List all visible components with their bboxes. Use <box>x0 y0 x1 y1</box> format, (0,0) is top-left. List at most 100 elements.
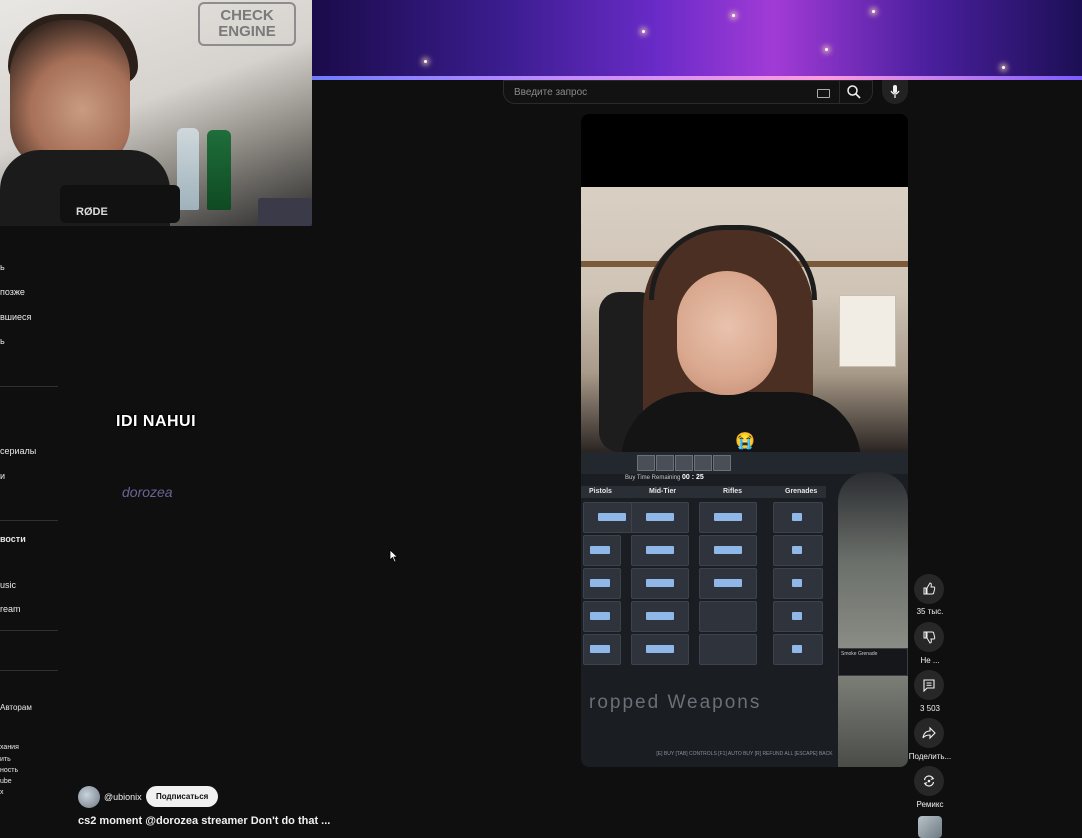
sidebar-item-4[interactable]: ь <box>0 336 5 346</box>
grenade-icon <box>792 579 802 587</box>
buy-time-value: 00 : 25 <box>682 474 704 481</box>
footer-link-2[interactable]: ить <box>0 756 11 763</box>
weapon-cell <box>699 634 757 665</box>
weapon-icon <box>590 645 610 653</box>
category-mid-tier: Mid-Tier <box>649 488 677 495</box>
weapon-cell <box>699 535 757 566</box>
weapon-categories: Pistols Mid-Tier Rifles Grenades <box>581 486 826 498</box>
banner-star <box>424 60 427 63</box>
dropped-weapons-label: ropped Weapons <box>589 692 762 713</box>
weapon-cell <box>699 502 757 533</box>
sidebar-item-watch-later[interactable]: позже <box>0 287 25 297</box>
sidebar-item-creators[interactable]: Авторам <box>0 703 32 712</box>
subscribe-button[interactable]: Подписаться <box>146 786 219 807</box>
weapon-icon <box>590 612 610 620</box>
buy-time-label: Buy Time Remaining <box>625 475 681 481</box>
footer-link-4[interactable]: ube <box>0 778 12 785</box>
sidebar-item-music[interactable]: usic <box>0 580 16 590</box>
grenade-icon <box>792 513 802 521</box>
search-divider <box>839 81 840 104</box>
weapon-icon <box>590 579 610 587</box>
weapon-cell <box>699 568 757 599</box>
keyboard-icon[interactable] <box>817 89 830 98</box>
video-title[interactable]: cs2 moment @dorozea streamer Don't do th… <box>78 815 330 827</box>
search-bar[interactable]: Введите запрос <box>503 80 873 104</box>
weapon-cell <box>773 634 823 665</box>
search-button[interactable] <box>846 84 866 102</box>
weapon-icon <box>646 645 674 653</box>
video-caption: IDI NAHUI <box>116 413 197 430</box>
weapon-cell <box>583 568 621 599</box>
sidebar-item-7[interactable]: и <box>0 471 5 481</box>
audio-thumbnail[interactable] <box>918 816 942 838</box>
grenade-icon <box>792 645 802 653</box>
wall-logo-line2: ENGINE <box>218 23 276 40</box>
dislike-button[interactable] <box>914 622 944 652</box>
buy-menu-footer: [E] BUY [TAB] CONTROLS [F1] AUTO BUY [R]… <box>656 751 833 757</box>
weapon-cell <box>631 502 689 533</box>
search-input[interactable]: Введите запрос <box>514 87 587 98</box>
share-icon <box>922 726 936 740</box>
weapon-slot <box>694 455 712 471</box>
buy-time-remaining: Buy Time Remaining 00 : 25 <box>625 474 704 481</box>
channel-handle[interactable]: @ubionix <box>104 792 142 802</box>
share-button[interactable] <box>914 718 944 748</box>
weapon-icon <box>598 513 626 521</box>
sidebar-item-news[interactable]: вости <box>0 534 26 544</box>
wall-poster <box>839 295 896 367</box>
comments-button[interactable] <box>914 670 944 700</box>
sidebar-item-stream[interactable]: ream <box>0 604 21 614</box>
water-bottle <box>177 128 199 210</box>
grenade-icon <box>792 612 802 620</box>
dislike-label: Не ... <box>920 656 940 665</box>
weapon-icon <box>646 579 674 587</box>
banner-star <box>732 14 735 17</box>
banner-star <box>1002 66 1005 69</box>
banner-star <box>872 10 875 13</box>
comment-count: 3 503 <box>919 704 941 713</box>
streamer-webcam-video: 😭 <box>581 187 908 452</box>
category-pistols: Pistols <box>589 488 612 495</box>
weapon-icon <box>646 612 674 620</box>
weapon-slot-bar <box>581 452 908 474</box>
weapon-icon <box>590 546 610 554</box>
channel-avatar[interactable] <box>78 786 100 808</box>
remix-button[interactable] <box>914 766 944 796</box>
thumbs-down-icon <box>923 631 936 644</box>
sidebar-divider <box>0 630 58 631</box>
like-count: 35 тыс. <box>916 607 944 616</box>
footer-link-5[interactable]: х <box>0 789 4 796</box>
footer-link-1[interactable]: хания <box>0 744 19 751</box>
footer-link-3[interactable]: ность <box>0 767 18 774</box>
mouse-cursor-icon <box>389 549 399 568</box>
crying-emoji-icon: 😭 <box>735 433 755 450</box>
category-rifles: Rifles <box>723 488 743 495</box>
microphone-icon <box>890 85 900 98</box>
weapon-cell <box>699 601 757 632</box>
weapon-icon <box>646 546 674 554</box>
weapon-cell <box>773 601 823 632</box>
weapon-slot <box>656 455 674 471</box>
weapon-cell <box>631 535 689 566</box>
sidebar-divider <box>0 670 58 671</box>
weapon-icon <box>646 513 674 521</box>
wall-logo-line1: CHECK <box>220 7 274 24</box>
remix-label: Ремикс <box>916 800 944 809</box>
streamer-webcam: CHECK ENGINE RØDE <box>0 0 312 226</box>
share-label: Поделить... <box>908 752 952 761</box>
mic-brand-label: RØDE <box>76 206 108 218</box>
like-button[interactable] <box>914 574 944 604</box>
shorts-player[interactable]: 😭 Buy Time Remaining 00 : 25 Pistols Mid… <box>581 114 908 767</box>
sidebar-item-1[interactable]: ь <box>0 262 5 272</box>
weapon-slot <box>675 455 693 471</box>
weapon-cell <box>583 601 621 632</box>
weapon-slot <box>637 455 655 471</box>
game-buy-menu: Buy Time Remaining 00 : 25 Pistols Mid-T… <box>581 452 908 767</box>
sidebar-item-liked[interactable]: вшиеся <box>0 312 31 322</box>
weapon-icon <box>714 546 742 554</box>
voice-search-button[interactable] <box>882 80 908 104</box>
sidebar: ь позже вшиеся ь сериалы и вости usic re… <box>0 226 62 838</box>
banner-star <box>642 30 645 33</box>
sidebar-item-movies[interactable]: сериалы <box>0 446 36 456</box>
weapon-cell <box>631 634 689 665</box>
